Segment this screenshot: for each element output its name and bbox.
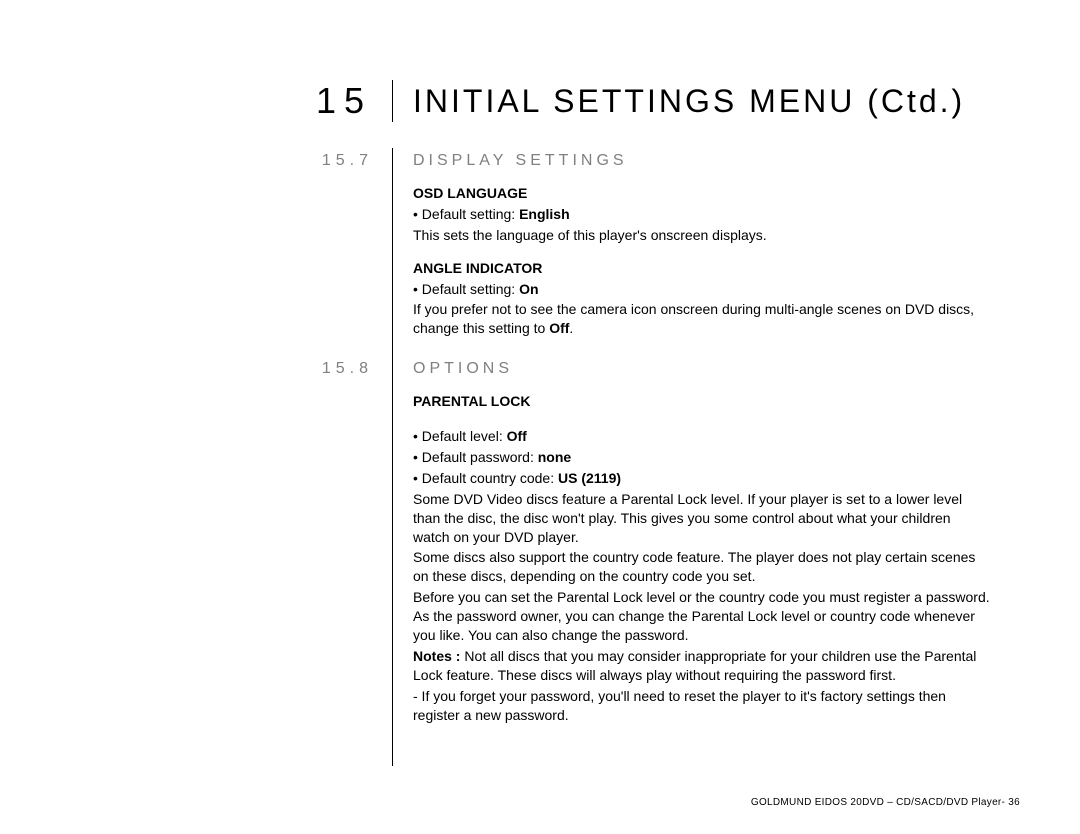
- bullet-pl-level: • Default level: Off: [413, 427, 990, 446]
- body-columns: 15.7 DISPLAY SETTINGS OSD LANGUAGE • Def…: [60, 148, 1020, 766]
- bullet-value: English: [519, 206, 570, 222]
- notes-body: Not all discs that you may consider inap…: [413, 648, 976, 683]
- text-fragment: If you prefer not to see the camera icon…: [413, 301, 974, 336]
- section-number: 15.7: [81, 152, 393, 170]
- bullet-text: • Default country code:: [413, 470, 558, 486]
- content-column: 15.7 DISPLAY SETTINGS OSD LANGUAGE • Def…: [392, 148, 1020, 766]
- bullet-pl-password: • Default password: none: [413, 448, 990, 467]
- text-bold: Off: [549, 320, 569, 336]
- section-title: DISPLAY SETTINGS: [393, 152, 628, 170]
- bullet-text: • Default password:: [413, 449, 538, 465]
- bullet-angle-default: • Default setting: On: [413, 280, 990, 299]
- page-footer: GOLDMUND EIDOS 20DVD – CD/SACD/DVD Playe…: [751, 797, 1020, 808]
- subhead-parental-lock: PARENTAL LOCK: [413, 392, 990, 411]
- text-fragment: .: [569, 320, 573, 336]
- chapter-title: INITIAL SETTINGS MENU (Ctd.): [392, 80, 965, 122]
- left-margin-column: [60, 148, 392, 766]
- subhead-angle-indicator: ANGLE INDICATOR: [413, 259, 990, 278]
- bullet-osd-default: • Default setting: English: [413, 205, 990, 224]
- notes-label: Notes :: [413, 648, 460, 664]
- manual-page: 15 INITIAL SETTINGS MENU (Ctd.) 15.7 DIS…: [0, 0, 1080, 834]
- bullet-text: • Default level:: [413, 428, 507, 444]
- section-header-options: 15.8 OPTIONS: [81, 360, 1020, 378]
- para-pl-1: Some DVD Video discs feature a Parental …: [413, 490, 990, 547]
- section-number: 15.8: [81, 360, 393, 378]
- bullet-value: Off: [507, 428, 527, 444]
- bullet-text: • Default setting:: [413, 206, 519, 222]
- bullet-value: US (2119): [558, 470, 621, 486]
- bullet-value: none: [538, 449, 571, 465]
- subhead-osd-language: OSD LANGUAGE: [413, 184, 990, 203]
- para-pl-notes: Notes : Not all discs that you may consi…: [413, 647, 990, 685]
- para-pl-5: - If you forget your password, you'll ne…: [413, 687, 990, 725]
- chapter-header: 15 INITIAL SETTINGS MENU (Ctd.): [60, 80, 1020, 122]
- section-header-display-settings: 15.7 DISPLAY SETTINGS: [81, 152, 1020, 170]
- section-content-options: PARENTAL LOCK • Default level: Off • Def…: [413, 392, 1020, 724]
- para-angle-desc: If you prefer not to see the camera icon…: [413, 300, 990, 338]
- para-pl-2: Some discs also support the country code…: [413, 548, 990, 586]
- bullet-value: On: [519, 281, 538, 297]
- bullet-text: • Default setting:: [413, 281, 519, 297]
- chapter-number: 15: [60, 80, 392, 122]
- bullet-pl-country: • Default country code: US (2119): [413, 469, 990, 488]
- para-pl-3: Before you can set the Parental Lock lev…: [413, 588, 990, 645]
- section-content-display-settings: OSD LANGUAGE • Default setting: English …: [413, 184, 1020, 338]
- section-title: OPTIONS: [393, 360, 513, 378]
- para-osd-desc: This sets the language of this player's …: [413, 226, 990, 245]
